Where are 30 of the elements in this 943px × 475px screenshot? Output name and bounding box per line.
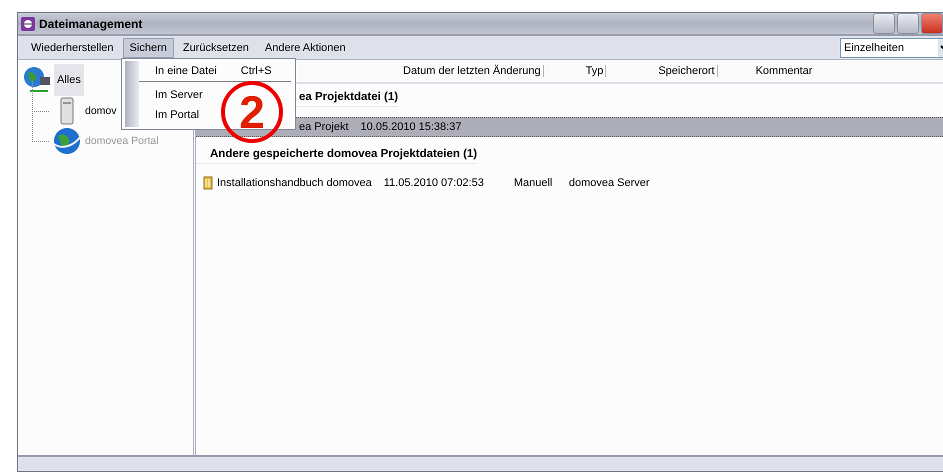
group-heading: Andere gespeicherte domovea Projektdateien (1) — [196, 143, 478, 164]
file-date: 11.05.2010 07:02:53 — [384, 177, 484, 189]
column-header[interactable]: Typ — [586, 65, 606, 77]
menu-item[interactable]: Andere Aktionen — [258, 38, 353, 58]
file-name: Installationshandbuch domovea — [217, 177, 372, 189]
column-header[interactable]: Kommentar — [756, 65, 814, 77]
menu-option[interactable]: In eine Datei Ctrl+S — [139, 61, 291, 82]
menu-item[interactable]: Wiederherstellen — [24, 38, 121, 58]
file-name: ea Projekt — [299, 121, 349, 133]
menu-side-strip — [125, 61, 139, 127]
file-date: 10.05.2010 15:38:37 — [360, 121, 462, 133]
maximize-button[interactable] — [897, 13, 919, 34]
view-dropdown[interactable]: Einzelheiten — [840, 38, 943, 58]
file-row[interactable]: Installationshandbuch domovea 11.05.2010 07:02:53 Manuell domovea Server — [196, 174, 943, 192]
network-globe-icon — [22, 65, 52, 95]
menu-item[interactable]: Sichern — [122, 38, 174, 58]
column-header[interactable]: Datum der letzten Änderung — [403, 65, 544, 77]
menu-item[interactable]: Zurücksetzen — [176, 38, 256, 58]
step-number-callout: 2 — [221, 81, 283, 143]
tree-item[interactable]: Alles — [54, 64, 84, 96]
column-header[interactable]: Speicherort — [658, 65, 718, 77]
close-button[interactable] — [921, 13, 943, 34]
globe-icon — [52, 126, 82, 156]
tree-item[interactable]: domov — [85, 105, 117, 117]
file-icon — [203, 176, 213, 190]
window-title: Dateimanagement — [39, 16, 142, 30]
app-icon — [21, 16, 35, 30]
file-location: domovea Server — [568, 177, 650, 189]
minimize-button[interactable] — [873, 13, 895, 34]
file-type: Manuell — [514, 177, 554, 189]
